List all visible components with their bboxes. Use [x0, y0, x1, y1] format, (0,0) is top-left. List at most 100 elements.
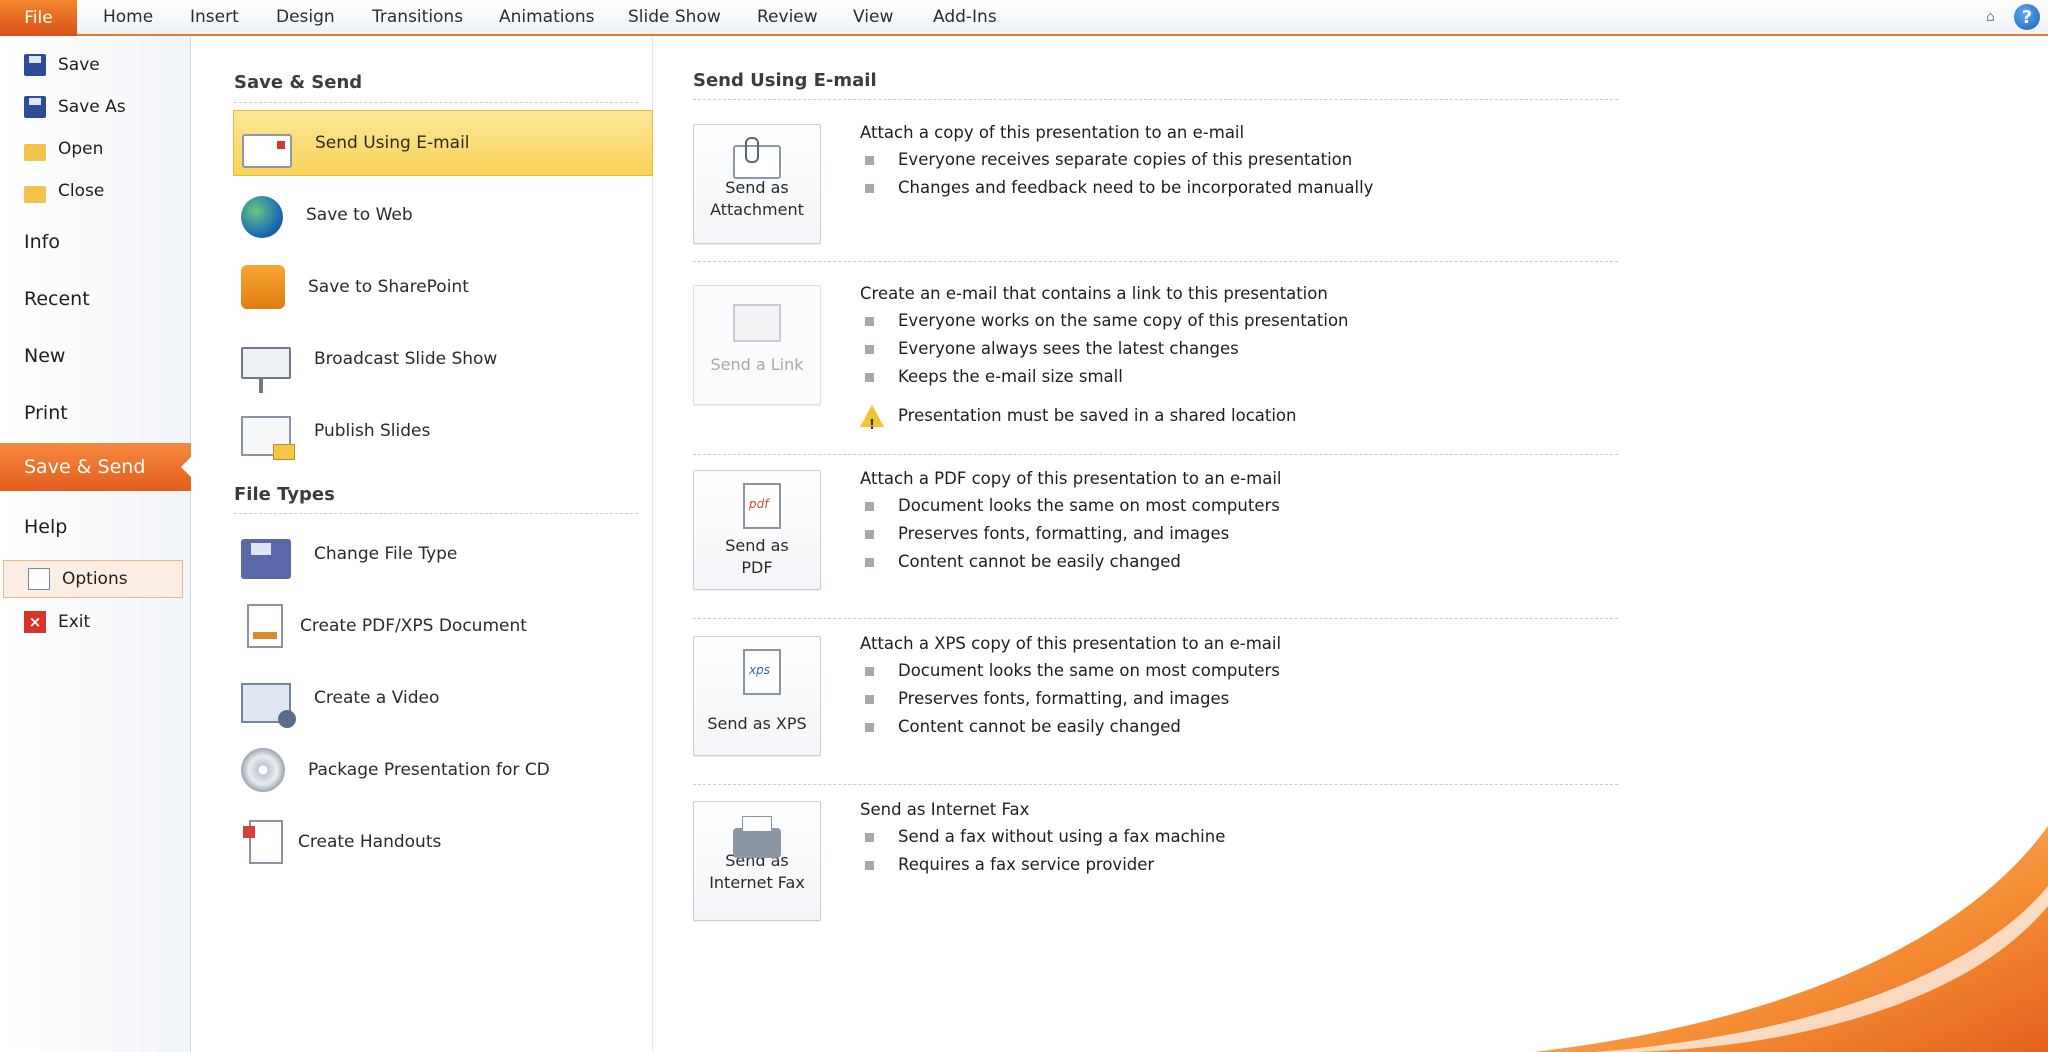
nav-save-as-label: Save As — [58, 97, 126, 117]
warning-row: ! Presentation must be saved in a shared… — [860, 401, 1580, 433]
file-types-heading: File Types — [234, 484, 335, 505]
nav-open[interactable]: Open — [0, 130, 191, 168]
tab-insert[interactable]: Insert — [190, 0, 239, 34]
item-change-file-type-label: Change File Type — [314, 544, 458, 564]
item-create-pdf-xps-label: Create PDF/XPS Document — [300, 616, 527, 636]
button-label: Send as XPS — [707, 714, 807, 733]
nav-print[interactable]: Print — [0, 389, 191, 437]
option-heading: Send as Internet Fax — [860, 800, 1030, 819]
change-file-type-icon — [241, 539, 291, 579]
item-send-using-email-label: Send Using E-mail — [315, 133, 470, 153]
globe-icon — [241, 196, 283, 238]
item-create-pdf-xps[interactable]: Create PDF/XPS Document — [233, 593, 653, 659]
item-save-to-web-label: Save to Web — [306, 205, 413, 225]
bullet-item: Changes and feedback need to be incorpor… — [860, 174, 1580, 202]
item-save-to-sharepoint-label: Save to SharePoint — [308, 277, 469, 297]
warning-text: Presentation must be saved in a shared l… — [898, 406, 1297, 425]
nav-new[interactable]: New — [0, 332, 191, 380]
video-icon — [241, 683, 296, 728]
divider — [693, 784, 1618, 785]
nav-save-and-send[interactable]: Save & Send — [0, 443, 192, 491]
fax-machine-icon — [733, 816, 781, 858]
nav-info[interactable]: Info — [0, 218, 191, 266]
nav-help[interactable]: Help — [0, 503, 191, 551]
send-a-link-button[interactable]: Send a Link — [693, 285, 821, 405]
tab-transitions[interactable]: Transitions — [372, 0, 463, 34]
bullet-item: Everyone always sees the latest changes — [860, 335, 1580, 363]
bullet-item: Send a fax without using a fax machine — [860, 823, 1580, 851]
option-heading: Attach a PDF copy of this presentation t… — [860, 469, 1282, 488]
bullet-item: Document looks the same on most computer… — [860, 492, 1580, 520]
option-description: Attach a XPS copy of this presentation t… — [860, 631, 1580, 741]
bullet-item: Document looks the same on most computer… — [860, 657, 1580, 685]
tab-home[interactable]: Home — [103, 0, 153, 34]
nav-options[interactable]: Options — [3, 560, 183, 598]
option-heading: Attach a copy of this presentation to an… — [860, 123, 1245, 142]
send-as-internet-fax-button[interactable]: Send as Internet Fax — [693, 801, 821, 921]
button-label: Send a Link — [710, 355, 804, 374]
link-document-icon — [733, 304, 781, 342]
nav-open-label: Open — [58, 139, 104, 159]
divider — [693, 618, 1618, 619]
pdf-document-icon — [247, 604, 283, 648]
option-description: Create an e-mail that contains a link to… — [860, 281, 1580, 433]
option-description: Attach a PDF copy of this presentation t… — [860, 466, 1580, 576]
backstage-nav: Save Save As Open Close Info Recent New … — [0, 36, 192, 1052]
bullet-item: Requires a fax service provider — [860, 851, 1580, 879]
options-icon — [28, 568, 50, 590]
tab-file[interactable]: File — [0, 0, 77, 36]
nav-exit-label: Exit — [58, 612, 91, 632]
divider — [693, 261, 1618, 262]
button-label: Send as Attachment — [710, 178, 804, 219]
item-create-video-label: Create a Video — [314, 688, 440, 708]
item-package-for-cd-label: Package Presentation for CD — [308, 760, 550, 780]
tab-animations[interactable]: Animations — [499, 0, 595, 34]
nav-exit[interactable]: × Exit — [0, 603, 191, 641]
item-package-for-cd[interactable]: Package Presentation for CD — [233, 737, 653, 803]
item-broadcast-slide-show[interactable]: Broadcast Slide Show — [233, 326, 653, 393]
item-broadcast-label: Broadcast Slide Show — [314, 349, 498, 369]
nav-options-label: Options — [62, 569, 128, 589]
exit-icon: × — [24, 611, 46, 633]
nav-save-as[interactable]: Save As — [0, 88, 191, 126]
item-send-using-email[interactable]: Send Using E-mail — [233, 110, 653, 176]
tab-view[interactable]: View — [853, 0, 893, 34]
send-as-pdf-button[interactable]: Send asPDF — [693, 470, 821, 590]
save-send-column: Save & Send Send Using E-mail Save to We… — [191, 36, 653, 1052]
divider — [234, 102, 638, 103]
item-create-video[interactable]: Create a Video — [233, 665, 653, 731]
nav-recent[interactable]: Recent — [0, 275, 191, 323]
bullet-item: Everyone works on the same copy of this … — [860, 307, 1580, 335]
item-publish-slides[interactable]: Publish Slides — [233, 398, 653, 464]
help-icon[interactable]: ? — [2014, 4, 2040, 30]
divider — [234, 513, 638, 514]
divider — [693, 454, 1618, 455]
handouts-icon — [243, 820, 283, 864]
option-heading: Attach a XPS copy of this presentation t… — [860, 634, 1282, 653]
option-description: Attach a copy of this presentation to an… — [860, 120, 1580, 202]
send-as-xps-button[interactable]: Send as XPS — [693, 636, 821, 756]
send-as-attachment-button[interactable]: Send as Attachment — [693, 124, 821, 244]
nav-save[interactable]: Save — [0, 46, 191, 84]
collapse-ribbon-icon[interactable]: ⌂ — [1986, 10, 2004, 24]
ribbon-tab-bar: File Home Insert Design Transitions Anim… — [0, 0, 2048, 36]
item-publish-slides-label: Publish Slides — [314, 421, 431, 441]
xps-icon — [743, 649, 781, 695]
nav-close[interactable]: Close — [0, 172, 191, 210]
tab-slide-show[interactable]: Slide Show — [628, 0, 721, 34]
save-send-heading: Save & Send — [234, 72, 363, 93]
tab-review[interactable]: Review — [757, 0, 818, 34]
item-create-handouts[interactable]: Create Handouts — [233, 809, 653, 875]
warning-icon: ! — [860, 405, 884, 433]
option-heading: Create an e-mail that contains a link to… — [860, 284, 1328, 303]
attachment-icon — [733, 137, 781, 179]
tab-add-ins[interactable]: Add-Ins — [933, 0, 997, 34]
bullet-item: Preserves fonts, formatting, and images — [860, 685, 1580, 713]
send-email-panel: Send Using E-mail Send as Attachment Atta… — [654, 36, 2048, 1052]
tab-design[interactable]: Design — [276, 0, 335, 34]
nav-save-and-send-label: Save & Send — [24, 456, 146, 478]
item-save-to-sharepoint[interactable]: Save to SharePoint — [233, 254, 653, 320]
open-folder-icon — [24, 143, 46, 161]
item-save-to-web[interactable]: Save to Web — [233, 182, 653, 248]
item-change-file-type[interactable]: Change File Type — [233, 521, 653, 587]
